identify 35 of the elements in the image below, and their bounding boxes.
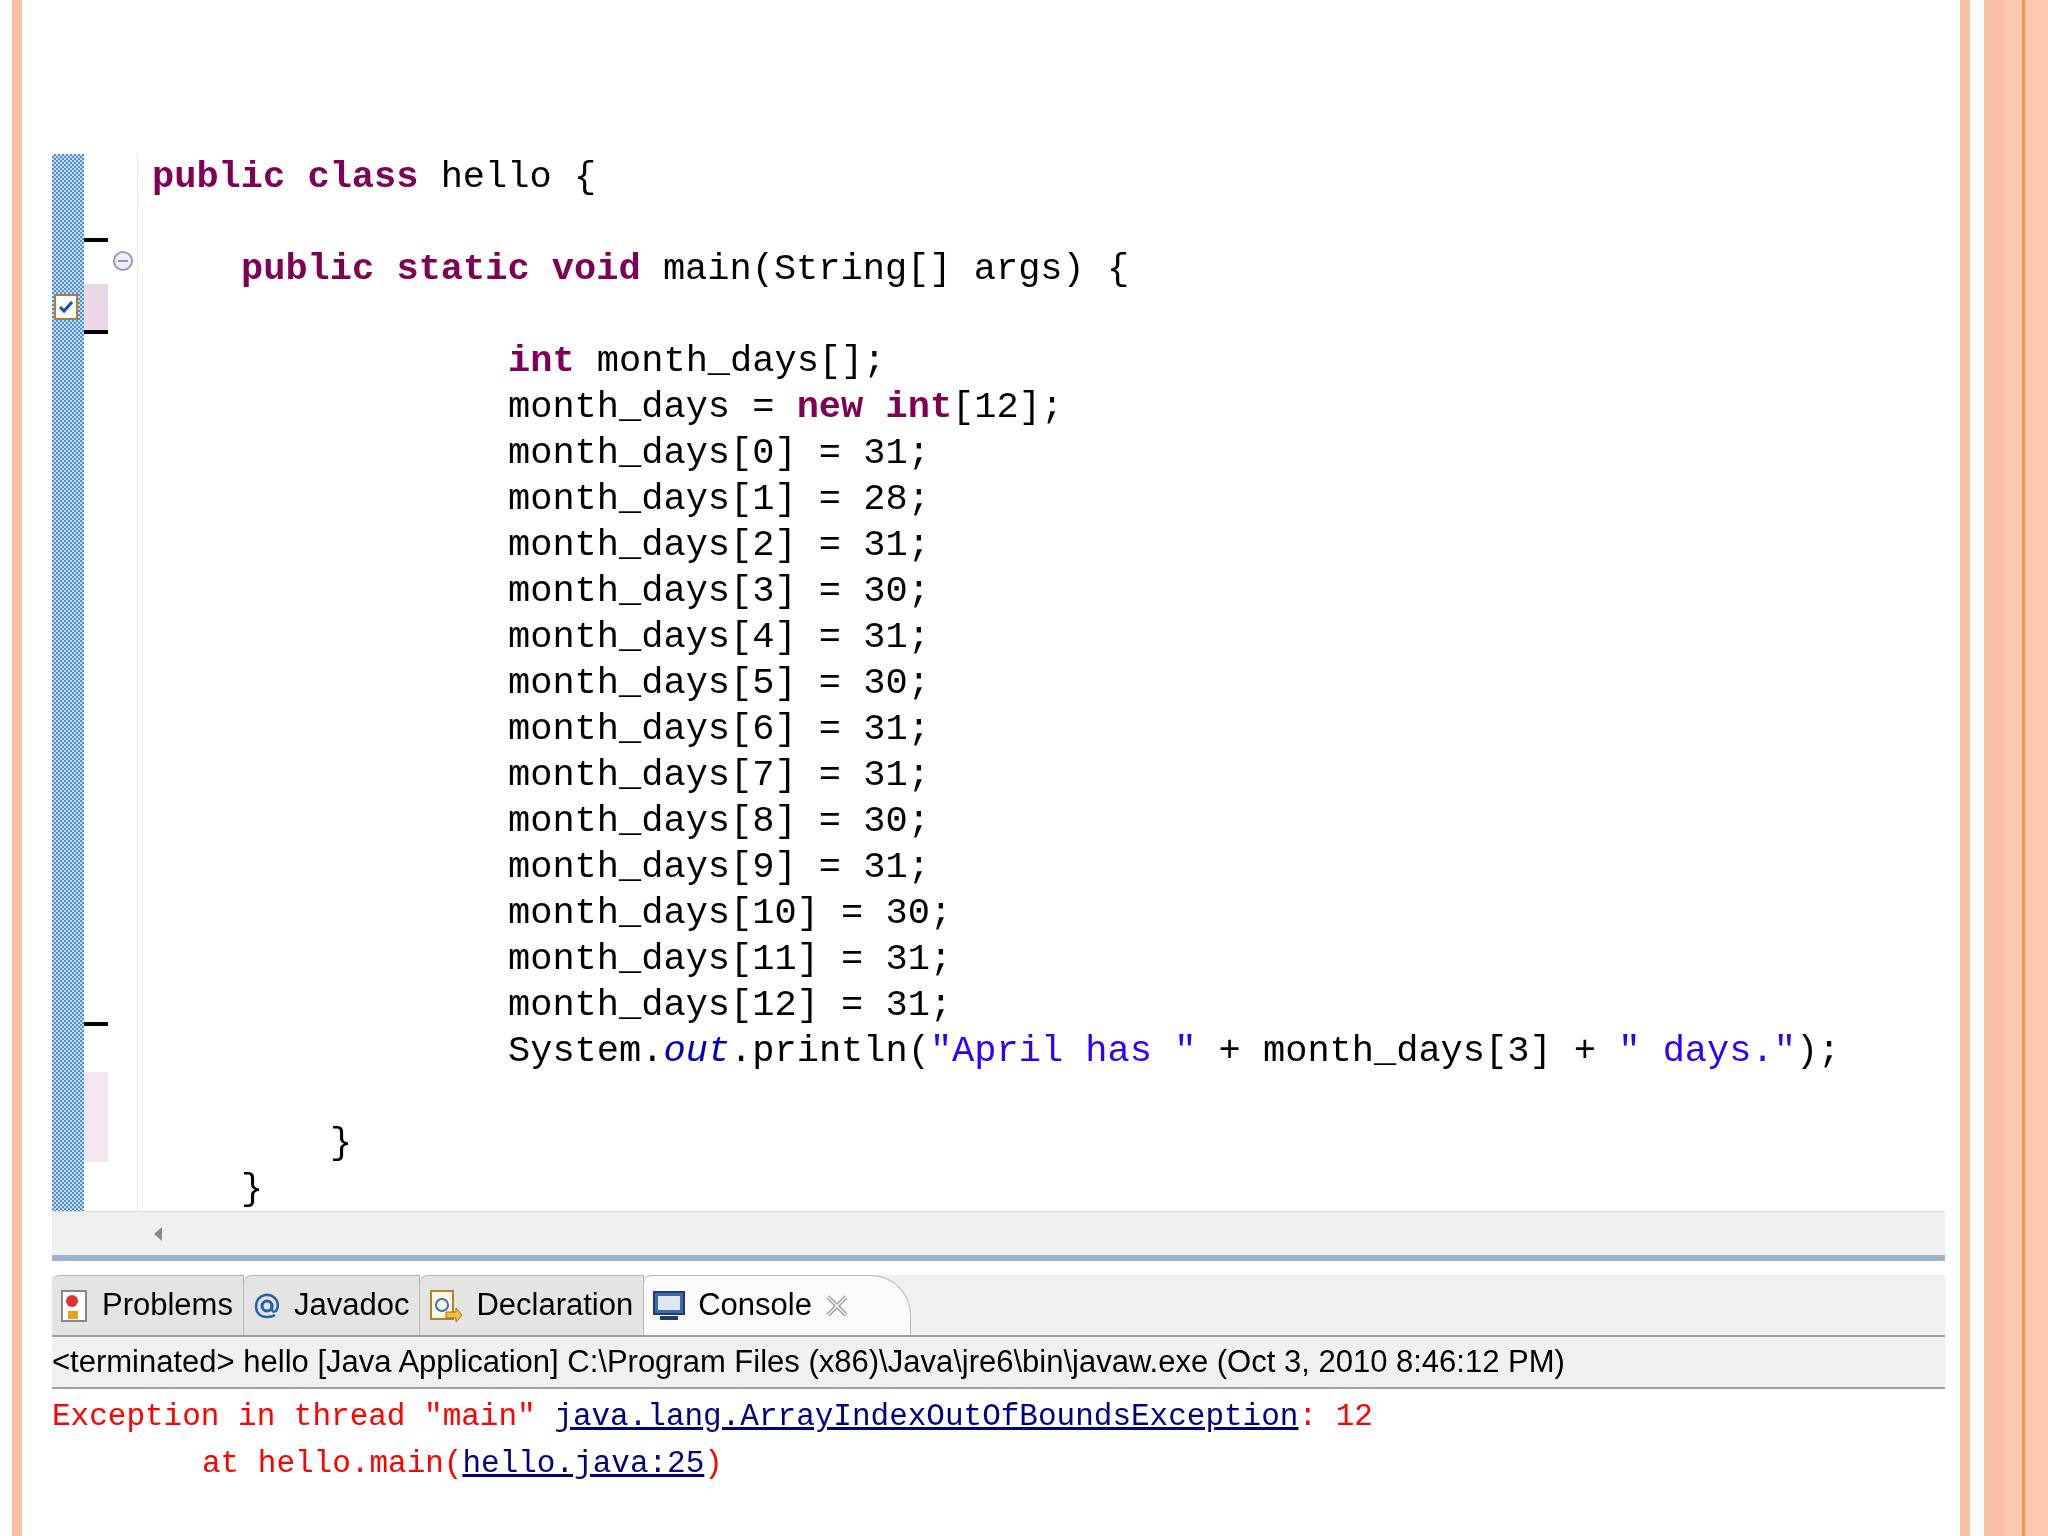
fold-collapse-icon: [112, 250, 134, 272]
code-line: month_days[5] = 30;: [508, 662, 930, 704]
code-line: month_days[11] = 31;: [508, 938, 953, 980]
code-line: month_days[6] = 31;: [508, 708, 930, 750]
code-line: }: [330, 1122, 353, 1164]
code-line: public class hello {: [152, 156, 597, 198]
code-line: month_days = new int[12];: [508, 386, 1064, 428]
horizontal-scrollbar[interactable]: [52, 1211, 1945, 1255]
code-line: System.out.println("April has " + month_days[3] + " days.");: [508, 1030, 1841, 1072]
code-line: month_days[1] = 28;: [508, 478, 930, 520]
problems-icon: [60, 1288, 90, 1323]
code-line: month_days[10] = 30;: [508, 892, 953, 934]
console-line: Exception in thread "main" java.lang.ArrayIndexOutOfBoundsException: 12: [52, 1398, 1373, 1436]
monitor-icon: [652, 1289, 687, 1322]
code-line: month_days[7] = 31;: [508, 754, 930, 796]
code-line: month_days[3] = 30;: [508, 570, 930, 612]
task-marker-icon: [54, 294, 78, 320]
code-line: month_days[8] = 30;: [508, 800, 930, 842]
panel-tab[interactable]: Problems: [52, 1275, 244, 1335]
console-header: <terminated> hello [Java Application] C:\Program Files (x86)\Java\jre6\bin\javaw.exe (Oct 3, 2010 8:46:12 PM): [52, 1337, 1945, 1389]
annotation-marker: [84, 284, 108, 330]
panel-tab[interactable]: Console: [644, 1275, 911, 1335]
code-line: int month_days[];: [508, 340, 886, 382]
code-line: }: [241, 1168, 264, 1210]
code-line: month_days[12] = 31;: [508, 984, 953, 1026]
code-line: month_days[9] = 31;: [508, 846, 930, 888]
code-line: public static void main(String[] args) {: [241, 248, 1130, 290]
code-line: month_days[2] = 31;: [508, 524, 930, 566]
panel-tab[interactable]: Declaration: [420, 1275, 645, 1335]
code-line: month_days[4] = 31;: [508, 616, 930, 658]
code-line: month_days[0] = 31;: [508, 432, 930, 474]
scroll-left-icon[interactable]: [152, 1225, 164, 1242]
declaration-icon: [428, 1287, 465, 1324]
panel-tab[interactable]: Javadoc: [243, 1275, 421, 1335]
console-line: at hello.main(hello.java:25): [202, 1445, 723, 1483]
